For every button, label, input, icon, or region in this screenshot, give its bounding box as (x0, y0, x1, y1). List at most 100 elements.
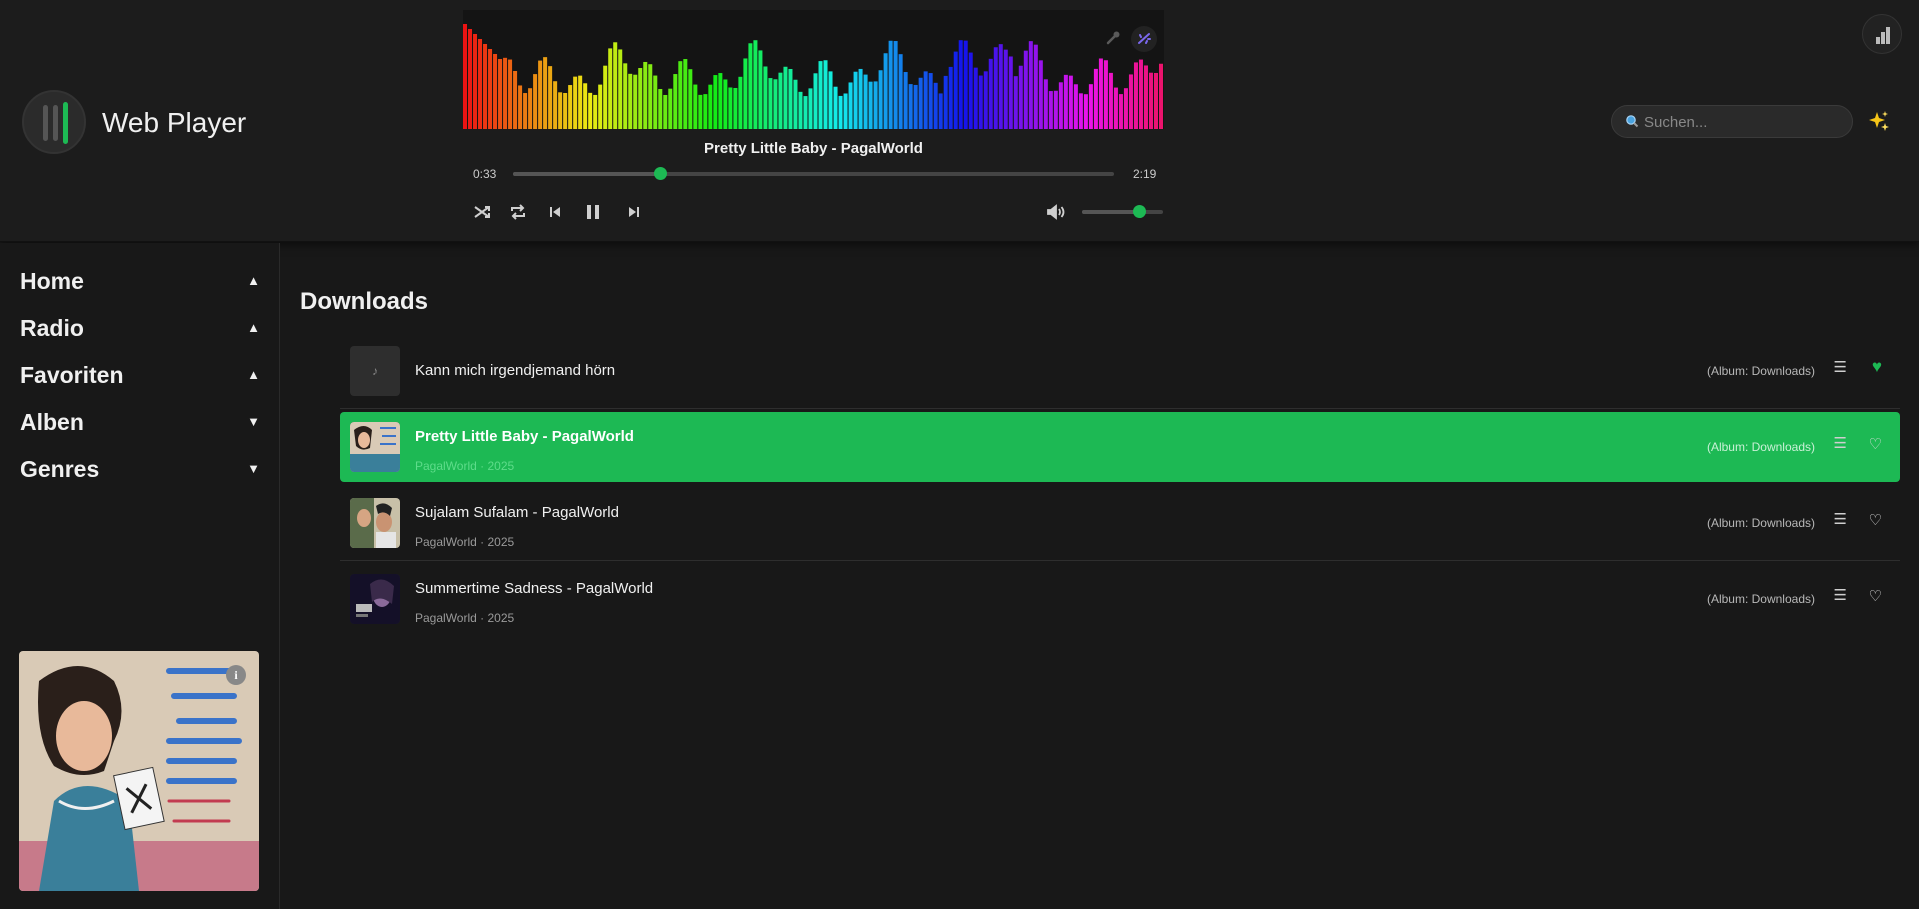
visualizer-bar (553, 81, 558, 129)
volume-handle[interactable] (1132, 205, 1146, 218)
visualizer-bar (583, 83, 588, 129)
visualizer-bar (813, 73, 818, 129)
visualizer-bar (1103, 60, 1108, 129)
pause-icon[interactable] (581, 200, 605, 224)
visualizer-bar (613, 42, 618, 129)
visualizer-bar (558, 92, 563, 129)
chevron-down-icon: ▼ (247, 414, 260, 429)
visualizer-bar (773, 79, 778, 129)
visualizer-bar (573, 76, 578, 129)
shuffle-icon[interactable] (470, 200, 494, 224)
heart-icon[interactable]: ♡ (1869, 587, 1882, 605)
visualizer-bar (648, 64, 653, 129)
visualizer-bar (908, 84, 913, 129)
sidebar: Home ▲ Radio ▲ Favoriten ▲ Alben ▼ Genre… (0, 243, 280, 909)
visualizer-bar (868, 81, 873, 129)
visualizer-bar (688, 69, 693, 129)
sidebar-item-genres[interactable]: Genres ▼ (20, 451, 260, 485)
volume-icon[interactable] (1044, 200, 1068, 224)
visualizer-bar (818, 61, 823, 129)
track-row[interactable]: Summertime Sadness - PagalWorld PagalWor… (340, 564, 1900, 634)
heart-icon[interactable]: ♡ (1869, 435, 1882, 453)
sidebar-item-label: Genres (20, 456, 100, 482)
visualizer-bar (653, 75, 658, 129)
audio-visualizer (463, 10, 1164, 129)
visualizer-bar (638, 68, 643, 129)
visualizer-bar (863, 74, 868, 129)
microphone-icon[interactable] (1099, 26, 1125, 52)
visualizer-bar (1153, 72, 1158, 129)
visualizer-bar (903, 72, 908, 129)
visualizer-bar (703, 94, 708, 129)
heart-icon[interactable]: ♥ (1872, 357, 1882, 377)
visualizer-bar (788, 68, 793, 129)
info-icon[interactable]: i (226, 665, 246, 685)
visualizer-bar (1063, 74, 1068, 129)
visualizer-bar (768, 78, 773, 129)
progress-handle[interactable] (654, 167, 668, 180)
volume-fill (1082, 210, 1139, 214)
visualizer-bar (983, 71, 988, 129)
visualizer-bar (1043, 79, 1048, 129)
music-note-icon: ♪ (372, 364, 378, 378)
visualizer-bar (598, 84, 603, 129)
visualizer-bar (1148, 72, 1153, 129)
visualizer-bar (1048, 91, 1053, 129)
visualizer-bar (808, 88, 813, 129)
visualizer-bar (628, 73, 633, 129)
queue-list-icon[interactable]: ☰ (1834, 586, 1847, 604)
skip-next-icon[interactable] (622, 200, 646, 224)
visualizer-bar (1118, 94, 1123, 129)
visualizer-bar (1113, 87, 1118, 129)
visualizer-bar (833, 86, 838, 129)
visualizer-bar (473, 34, 478, 129)
repeat-icon[interactable] (506, 200, 530, 224)
visualizer-bar (1068, 75, 1073, 129)
queue-list-icon[interactable]: ☰ (1834, 434, 1847, 452)
visualizer-bar (783, 66, 788, 129)
track-row[interactable]: Sujalam Sufalam - PagalWorld PagalWorld … (340, 488, 1900, 561)
sidebar-item-radio[interactable]: Radio ▲ (20, 310, 260, 344)
queue-list-icon[interactable]: ☰ (1834, 358, 1847, 376)
track-title: Kann mich irgendjemand hörn (415, 362, 616, 379)
visualizer-bar (733, 87, 738, 129)
visualizer-bar (523, 93, 528, 129)
visualizer-bar (663, 94, 668, 129)
progress-slider[interactable] (513, 167, 1114, 180)
visualizer-bar (993, 47, 998, 129)
sparkles-icon[interactable] (1868, 110, 1890, 138)
visualizer-bar (913, 84, 918, 129)
track-thumbnail (350, 498, 400, 548)
bar-chart-icon[interactable] (1862, 14, 1902, 54)
search-input[interactable] (1644, 112, 1844, 132)
sidebar-item-home[interactable]: Home ▲ (20, 263, 260, 297)
visualizer-bar (998, 44, 1003, 129)
visualizer-bar (633, 74, 638, 129)
visualizer-bar (538, 60, 543, 129)
visualizer-bar (1093, 68, 1098, 129)
track-album: (Album: Downloads) (1706, 592, 1815, 606)
visualizer-bar (1088, 84, 1093, 129)
visualizer-bar (933, 82, 938, 129)
queue-list-icon[interactable]: ☰ (1834, 510, 1847, 528)
visualizer-bar (753, 40, 758, 129)
search-box[interactable] (1611, 105, 1853, 138)
visualizer-bar (843, 93, 848, 129)
heart-icon[interactable]: ♡ (1869, 511, 1882, 529)
track-row-active[interactable]: Pretty Little Baby - PagalWorld PagalWor… (340, 412, 1900, 482)
track-row[interactable]: ♪ Kann mich irgendjemand hörn (Album: Do… (340, 336, 1900, 409)
sidebar-item-alben[interactable]: Alben ▼ (20, 404, 260, 438)
skip-previous-icon[interactable] (543, 200, 567, 224)
visualizer-bar (738, 76, 743, 129)
sidebar-item-favoriten[interactable]: Favoriten ▲ (20, 357, 260, 391)
logo-icon (22, 90, 86, 154)
visualizer-effects-button[interactable] (1131, 26, 1157, 52)
chevron-down-icon: ▼ (247, 461, 260, 476)
track-title: Sujalam Sufalam - PagalWorld (415, 504, 619, 521)
visualizer-bar (893, 41, 898, 129)
now-playing-cover-art[interactable]: i (19, 651, 259, 891)
visualizer-bar (683, 59, 688, 129)
visualizer-bar (508, 59, 513, 129)
now-playing-title: Pretty Little Baby - PagalWorld (704, 140, 923, 157)
volume-slider[interactable] (1082, 205, 1163, 218)
